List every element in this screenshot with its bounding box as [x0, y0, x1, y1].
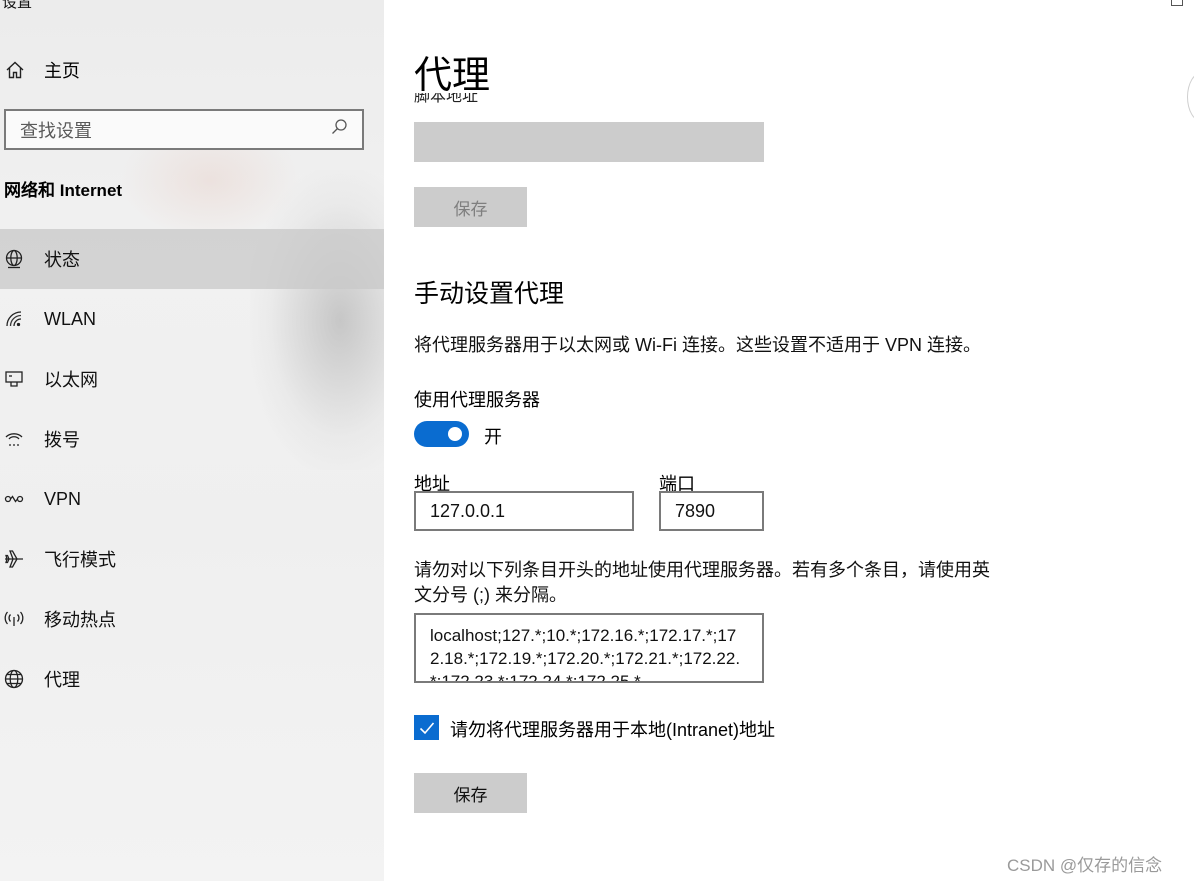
globe-status-icon: [0, 248, 44, 270]
toggle-knob: [448, 427, 462, 441]
watermark-text: CSDN @仅存的信念: [1007, 856, 1163, 875]
search-input[interactable]: 查找设置: [4, 109, 364, 150]
airplane-icon: [0, 548, 44, 570]
sidebar-item-airplane-mode[interactable]: 飞行模式: [0, 529, 384, 589]
use-proxy-label: 使用代理服务器: [414, 390, 540, 410]
port-input[interactable]: 7890: [659, 491, 764, 531]
save-button[interactable]: 保存: [414, 773, 527, 813]
window-title: 设置: [2, 0, 33, 11]
search-placeholder: 查找设置: [20, 120, 92, 141]
sidebar-item-label: 拨号: [44, 430, 80, 450]
sidebar-item-mobile-hotspot[interactable]: 移动热点: [0, 589, 384, 649]
dialup-icon: [0, 428, 44, 450]
exceptions-textarea[interactable]: localhost;127.*;10.*;172.16.*;172.17.*;1…: [414, 613, 764, 683]
bypass-local-label: 请勿将代理服务器用于本地(Intranet)地址: [450, 720, 776, 740]
sidebar-item-label: 代理: [44, 670, 80, 690]
script-address-input: [414, 122, 764, 162]
section-title: 网络和 Internet: [4, 181, 123, 200]
wifi-icon: [0, 308, 44, 330]
manual-proxy-description: 将代理服务器用于以太网或 Wi-Fi 连接。这些设置不适用于 VPN 连接。: [414, 335, 981, 355]
exceptions-description: 请勿对以下列条目开头的地址使用代理服务器。若有多个条目，请使用英文分号 (;) …: [414, 560, 990, 605]
scroll-edge-decoration: [1187, 72, 1194, 122]
home-nav-item[interactable]: 主页: [0, 52, 384, 88]
sidebar-item-ethernet[interactable]: 以太网: [0, 349, 384, 409]
toggle-state-label: 开: [484, 427, 502, 447]
sidebar-item-proxy[interactable]: 代理: [0, 649, 384, 709]
sidebar-item-dialup[interactable]: 拨号: [0, 409, 384, 469]
window-control-icon[interactable]: [1171, 0, 1183, 6]
sidebar-item-status[interactable]: 状态: [0, 229, 384, 289]
bypass-local-checkbox[interactable]: [414, 715, 439, 740]
page-title: 代理: [414, 55, 491, 97]
ethernet-icon: [0, 368, 44, 390]
address-input[interactable]: 127.0.0.1: [414, 491, 634, 531]
sidebar-item-label: 移动热点: [44, 610, 116, 630]
sidebar-item-label: 状态: [44, 250, 80, 270]
search-icon: [330, 118, 348, 141]
vpn-icon: [0, 488, 44, 510]
save-script-button[interactable]: 保存: [414, 187, 527, 227]
sidebar-nav: 状态 WLAN 以太网 拨号 VPN 飞行模式 移动热点 代理: [0, 229, 384, 709]
sidebar-item-label: 飞行模式: [44, 550, 116, 570]
use-proxy-toggle[interactable]: [414, 421, 469, 447]
hotspot-icon: [0, 608, 44, 630]
sidebar-item-label: WLAN: [44, 308, 97, 329]
checkmark-icon: [419, 721, 434, 734]
script-address-label: 脚本地址: [414, 93, 479, 105]
proxy-settings-page: 代理 脚本地址 保存 手动设置代理 将代理服务器用于以太网或 Wi-Fi 连接。…: [384, 0, 1194, 881]
sidebar-item-label: 以太网: [44, 370, 98, 390]
sidebar-item-label: VPN: [44, 488, 82, 509]
home-label: 主页: [44, 61, 80, 81]
home-icon: [0, 59, 44, 81]
globe-icon: [0, 668, 44, 690]
sidebar-item-wlan[interactable]: WLAN: [0, 289, 384, 349]
manual-proxy-heading: 手动设置代理: [414, 280, 565, 308]
sidebar-item-vpn[interactable]: VPN: [0, 469, 384, 529]
settings-sidebar: 设置 主页 查找设置 网络和 Internet 状态 WLAN 以太网 拨号 V…: [0, 0, 384, 881]
